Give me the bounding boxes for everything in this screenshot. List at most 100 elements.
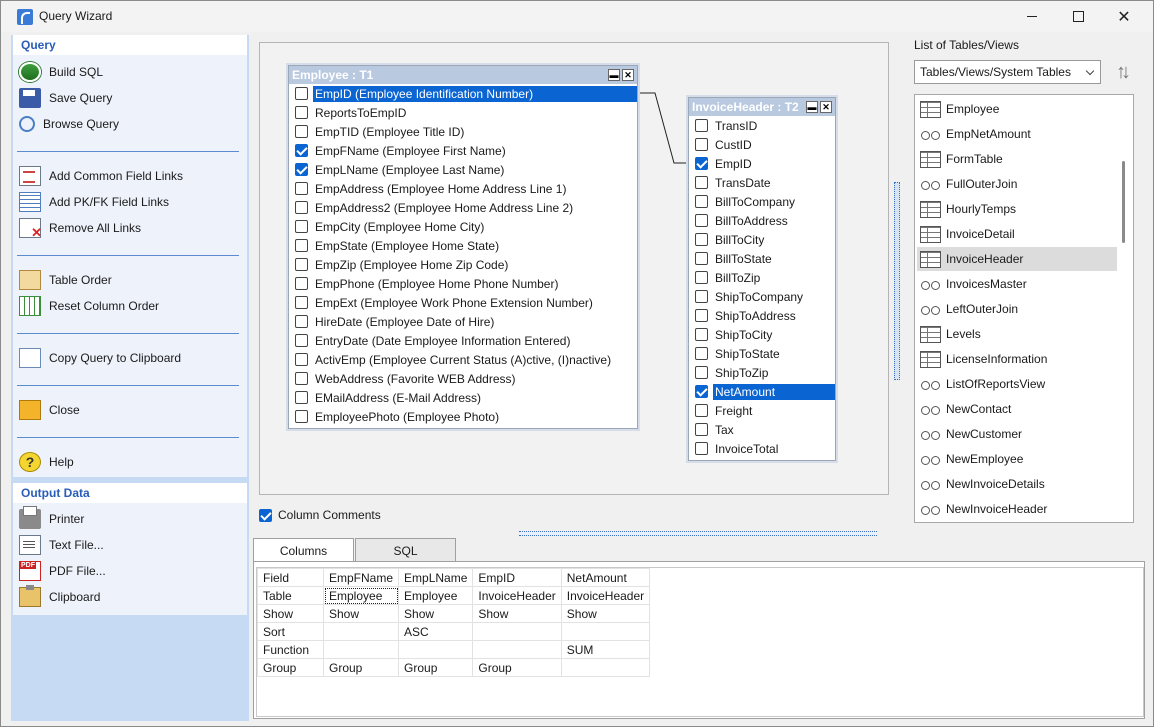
field-row[interactable]: EmpID — [689, 154, 835, 173]
tables-list-scrollbar[interactable] — [1122, 161, 1125, 243]
table-list-item[interactable]: NewContact — [917, 397, 1117, 421]
field-row[interactable]: ReportsToEmpID — [289, 103, 637, 122]
build-sql-button[interactable]: Build SQL — [19, 61, 103, 83]
field-checkbox[interactable] — [695, 404, 708, 417]
grid-cell[interactable]: Employee — [398, 586, 474, 605]
invoiceheader-table-box[interactable]: InvoiceHeader : T2 ▬ ✕ TransID CustID EmpI… — [688, 97, 836, 461]
field-checkbox[interactable] — [695, 271, 708, 284]
field-row[interactable]: InvoiceTotal — [689, 439, 835, 458]
table-list-item[interactable]: InvoiceHeader — [917, 247, 1117, 271]
field-checkbox[interactable] — [695, 423, 708, 436]
table-order-button[interactable]: Table Order — [19, 269, 112, 291]
field-row[interactable]: EmpID (Employee Identification Number) — [289, 84, 637, 103]
field-row[interactable]: EmpExt (Employee Work Phone Extension Nu… — [289, 293, 637, 312]
query-design-canvas[interactable]: Employee : T1 ▬ ✕ EmpID (Employee Identi… — [259, 42, 889, 495]
field-row[interactable]: TransID — [689, 116, 835, 135]
field-checkbox[interactable] — [695, 328, 708, 341]
field-checkbox[interactable] — [295, 296, 308, 309]
close-table-icon[interactable]: ✕ — [820, 101, 832, 113]
table-list-item[interactable]: NewInvoiceDetails — [917, 472, 1117, 496]
field-checkbox[interactable] — [695, 442, 708, 455]
maximize-button[interactable] — [1055, 1, 1101, 32]
grid-cell[interactable] — [322, 640, 400, 659]
close-window-button[interactable]: ✕ — [1101, 1, 1147, 32]
field-row[interactable]: Freight — [689, 401, 835, 420]
field-row[interactable]: Tax — [689, 420, 835, 439]
field-row[interactable]: TransDate — [689, 173, 835, 192]
field-row[interactable]: EmpFName (Employee First Name) — [289, 141, 637, 160]
field-checkbox[interactable] — [695, 195, 708, 208]
close-button[interactable]: Close — [19, 399, 80, 421]
grid-cell[interactable] — [472, 640, 562, 659]
tables-views-filter-select[interactable]: Tables/Views/System Tables — [914, 60, 1101, 84]
tab-columns[interactable]: Columns — [253, 538, 354, 563]
grid-cell[interactable]: Group — [398, 658, 474, 677]
printer-button[interactable]: Printer — [19, 506, 84, 530]
field-row[interactable]: ShipToState — [689, 344, 835, 363]
table-list-item[interactable]: EmpNetAmount — [917, 122, 1117, 146]
field-row[interactable]: ActivEmp (Employee Current Status (A)cti… — [289, 350, 637, 369]
field-row[interactable]: BillToAddress — [689, 211, 835, 230]
browse-query-button[interactable]: Browse Query — [19, 113, 119, 135]
field-checkbox[interactable] — [295, 87, 308, 100]
field-checkbox[interactable] — [695, 214, 708, 227]
field-checkbox[interactable] — [295, 239, 308, 252]
table-list-item[interactable]: InvoiceDetail — [917, 222, 1117, 246]
column-comments-checkbox[interactable] — [259, 508, 272, 522]
close-table-icon[interactable]: ✕ — [622, 69, 634, 81]
column-comments-toggle[interactable]: Column Comments — [259, 508, 381, 522]
tables-views-list[interactable]: Employee EmpNetAmount FormTable FullOuterJo… — [914, 94, 1134, 523]
field-row[interactable]: HireDate (Employee Date of Hire) — [289, 312, 637, 331]
add-pkfk-field-links-button[interactable]: Add PK/FK Field Links — [19, 191, 169, 213]
grid-cell[interactable]: InvoiceHeader — [472, 586, 562, 605]
grid-cell[interactable]: NetAmount — [560, 568, 651, 587]
minimize-table-icon[interactable]: ▬ — [608, 69, 620, 81]
grid-cell[interactable] — [472, 622, 562, 641]
field-checkbox[interactable] — [695, 233, 708, 246]
grid-cell[interactable]: EmpFName — [322, 568, 400, 587]
field-checkbox[interactable] — [695, 176, 708, 189]
horizontal-splitter-handle[interactable] — [519, 531, 877, 536]
field-checkbox[interactable] — [295, 258, 308, 271]
table-list-item[interactable]: FormTable — [917, 147, 1117, 171]
field-checkbox[interactable] — [695, 157, 708, 170]
field-checkbox[interactable] — [295, 220, 308, 233]
employee-table-box[interactable]: Employee : T1 ▬ ✕ EmpID (Employee Identi… — [288, 65, 638, 429]
field-checkbox[interactable] — [295, 182, 308, 195]
field-row[interactable]: EmpLName (Employee Last Name) — [289, 160, 637, 179]
field-row[interactable]: WebAddress (Favorite WEB Address) — [289, 369, 637, 388]
field-row[interactable]: EmployeePhoto (Employee Photo) — [289, 407, 637, 426]
field-row[interactable]: EMailAddress (E-Mail Address) — [289, 388, 637, 407]
field-checkbox[interactable] — [695, 290, 708, 303]
sort-icon[interactable]: ↑↓ — [1108, 59, 1134, 85]
field-row[interactable]: ShipToZip — [689, 363, 835, 382]
field-checkbox[interactable] — [295, 163, 308, 176]
grid-cell[interactable]: EmpID — [472, 568, 562, 587]
field-row[interactable]: BillToCompany — [689, 192, 835, 211]
help-button[interactable]: ? Help — [19, 451, 74, 473]
grid-cell[interactable]: Group — [322, 658, 400, 677]
field-checkbox[interactable] — [295, 353, 308, 366]
remove-all-links-button[interactable]: Remove All Links — [19, 217, 141, 241]
field-row[interactable]: EmpState (Employee Home State) — [289, 236, 637, 255]
field-checkbox[interactable] — [695, 309, 708, 322]
field-checkbox[interactable] — [295, 391, 308, 404]
field-checkbox[interactable] — [295, 277, 308, 290]
grid-cell[interactable]: Show — [322, 604, 400, 623]
field-checkbox[interactable] — [295, 334, 308, 347]
text-file-button[interactable]: Text File... — [19, 534, 104, 556]
field-row[interactable]: BillToCity — [689, 230, 835, 249]
table-list-item[interactable]: LicenseInformation — [917, 347, 1117, 371]
grid-cell[interactable]: EmpLName — [398, 568, 474, 587]
field-checkbox[interactable] — [295, 410, 308, 423]
grid-cell[interactable]: Show — [472, 604, 562, 623]
field-checkbox[interactable] — [295, 315, 308, 328]
grid-cell[interactable]: Employee — [322, 586, 400, 605]
add-common-field-links-button[interactable]: Add Common Field Links — [19, 165, 183, 187]
field-checkbox[interactable] — [695, 252, 708, 265]
save-query-button[interactable]: Save Query — [19, 87, 112, 109]
field-checkbox[interactable] — [695, 119, 708, 132]
grid-cell[interactable]: Show — [560, 604, 651, 623]
field-row[interactable]: BillToState — [689, 249, 835, 268]
field-row[interactable]: ShipToCompany — [689, 287, 835, 306]
